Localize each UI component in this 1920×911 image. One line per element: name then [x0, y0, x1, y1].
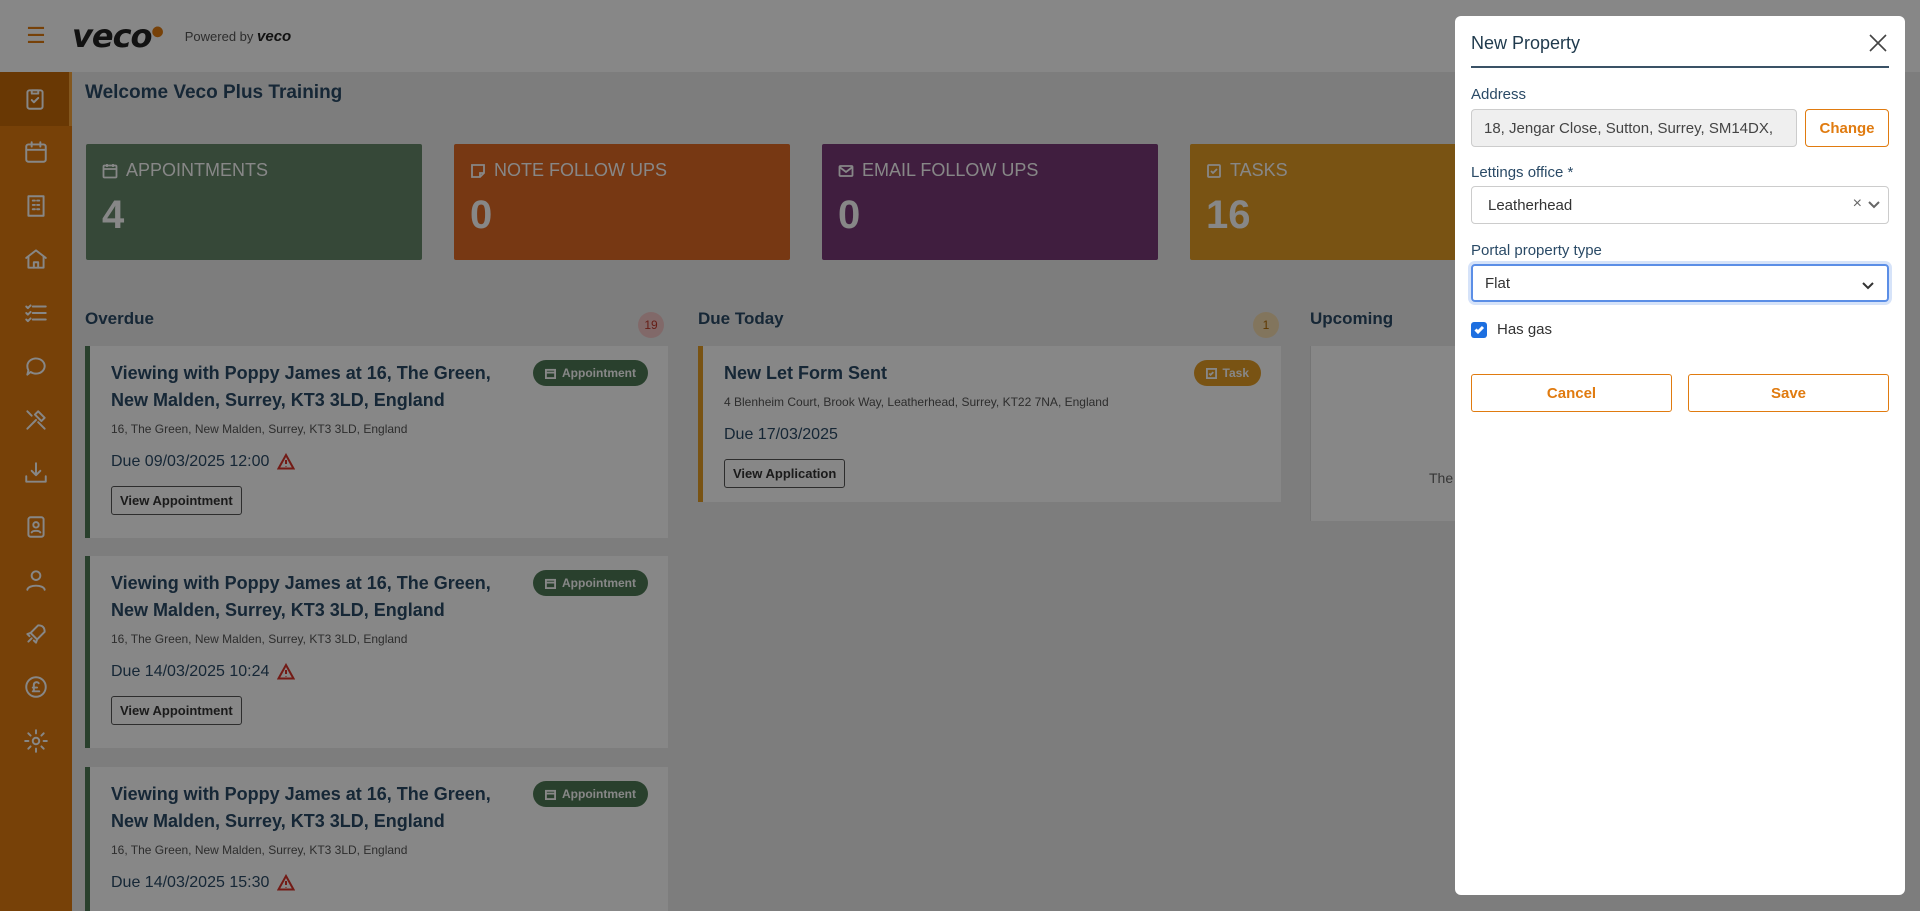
- chevron-down-icon[interactable]: [1866, 196, 1882, 212]
- address-label: Address: [1471, 86, 1527, 103]
- close-button[interactable]: [1867, 32, 1891, 56]
- lettings-office-select[interactable]: Leatherhead ×: [1471, 186, 1889, 224]
- clear-icon[interactable]: ×: [1853, 195, 1862, 213]
- new-property-modal: New Property Address 18, Jengar Close, S…: [1455, 16, 1905, 895]
- lettings-office-label: Lettings office *: [1471, 164, 1574, 181]
- close-icon: [1869, 34, 1887, 52]
- address-field[interactable]: 18, Jengar Close, Sutton, Surrey, SM14DX…: [1471, 109, 1797, 147]
- modal-title: New Property: [1471, 33, 1581, 53]
- modal-divider: [1471, 66, 1889, 68]
- chevron-down-icon: [1862, 282, 1874, 290]
- portal-property-type-label: Portal property type: [1471, 242, 1602, 259]
- save-button[interactable]: Save: [1688, 374, 1889, 412]
- has-gas-row: Has gas: [1471, 321, 1552, 338]
- cancel-button[interactable]: Cancel: [1471, 374, 1672, 412]
- has-gas-label: Has gas: [1497, 321, 1553, 338]
- has-gas-checkbox[interactable]: [1471, 321, 1487, 338]
- check-icon: [1473, 325, 1484, 335]
- portal-property-type-select[interactable]: Flat: [1471, 264, 1889, 302]
- change-button[interactable]: Change: [1805, 109, 1889, 147]
